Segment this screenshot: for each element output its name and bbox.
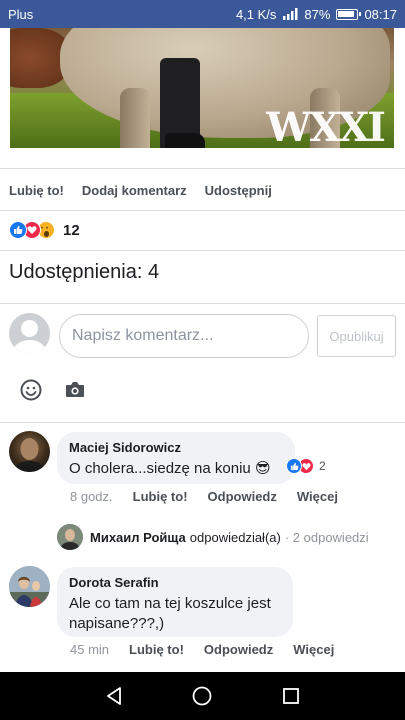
current-user-avatar — [9, 313, 50, 354]
divider — [0, 168, 405, 169]
signal-icon — [283, 8, 298, 20]
reply-action: odpowiedział(a) — [189, 529, 281, 545]
reply-summary[interactable]: Михаил Ройща odpowiedział(a) · 2 odpowie… — [57, 524, 369, 550]
navigation-bar — [0, 672, 405, 720]
home-icon[interactable] — [187, 681, 217, 711]
share-button[interactable]: Udostępnij — [205, 183, 272, 198]
battery-icon — [336, 8, 362, 20]
emoji-icon[interactable] — [17, 376, 45, 404]
comment-more-button[interactable]: Więcej — [297, 489, 338, 504]
camera-icon[interactable] — [61, 376, 89, 404]
reactions-summary[interactable]: •• 12 — [9, 219, 80, 241]
commenter-avatar[interactable] — [9, 566, 50, 607]
post-action-bar: Lubię to! Dodaj komentarz Udostępnij — [0, 172, 405, 208]
comment-text: O cholera...siedzę na koniu 😎 — [69, 460, 271, 477]
comment-author[interactable]: Maciej Sidorowicz — [69, 440, 283, 455]
comment-time[interactable]: 45 min — [70, 642, 109, 657]
comment-like-button[interactable]: Lubię to! — [133, 489, 188, 504]
back-icon[interactable] — [99, 681, 129, 711]
comment-reply-button[interactable]: Odpowiedz — [204, 642, 273, 657]
network-speed: 4,1 K/s — [235, 6, 277, 22]
photo-boot — [165, 133, 205, 148]
comment-time[interactable]: 8 godz. — [70, 489, 113, 504]
post-photo[interactable]: WXXI — [10, 28, 394, 148]
comment-more-button[interactable]: Więcej — [293, 642, 334, 657]
clock: 08:17 — [364, 6, 397, 22]
comment-reaction-count: 2 — [319, 459, 326, 473]
divider — [0, 303, 405, 304]
comment-author[interactable]: Dorota Serafin — [69, 575, 281, 590]
photo-horse-leg — [120, 88, 150, 148]
comment-text: Ale co tam na tej koszulce jest napisane… — [69, 595, 271, 632]
like-icon — [9, 221, 27, 239]
reply-count: · 2 odpowiedzi — [284, 529, 369, 545]
photo-logo: WXXI — [266, 104, 386, 148]
battery-percent: 87% — [304, 6, 331, 22]
comment-input[interactable] — [59, 314, 309, 358]
divider — [0, 210, 405, 211]
divider — [0, 422, 405, 423]
reply-author: Михаил Ройща — [90, 529, 186, 545]
comment-meta: 45 min Lubię to! Odpowiedz Więcej — [70, 642, 334, 657]
comment-reply-button[interactable]: Odpowiedz — [208, 489, 277, 504]
like-button[interactable]: Lubię to! — [9, 183, 64, 198]
reaction-count: 12 — [63, 221, 80, 239]
like-icon — [286, 458, 302, 474]
divider — [0, 250, 405, 251]
reply-author-avatar — [57, 524, 83, 550]
shares-count[interactable]: Udostępnienia: 4 — [9, 261, 159, 284]
comment-bubble: Maciej Sidorowicz O cholera...siedzę na … — [57, 432, 295, 484]
comment-meta: 8 godz. Lubię to! Odpowiedz Więcej — [70, 489, 338, 504]
comment-button[interactable]: Dodaj komentarz — [82, 183, 187, 198]
status-bar: Plus 4,1 K/s 87% 08:17 — [0, 0, 405, 28]
commenter-avatar[interactable] — [9, 431, 50, 472]
comment-like-button[interactable]: Lubię to! — [129, 642, 184, 657]
recents-icon[interactable] — [276, 681, 306, 711]
publish-button[interactable]: Opublikuj — [317, 315, 396, 357]
comment-reactions[interactable]: 2 — [286, 458, 326, 474]
carrier-name: Plus — [8, 6, 34, 22]
status-indicators: 4,1 K/s 87% 08:17 — [236, 7, 397, 22]
comment-bubble: Dorota Serafin Ale co tam na tej koszulc… — [57, 567, 293, 637]
